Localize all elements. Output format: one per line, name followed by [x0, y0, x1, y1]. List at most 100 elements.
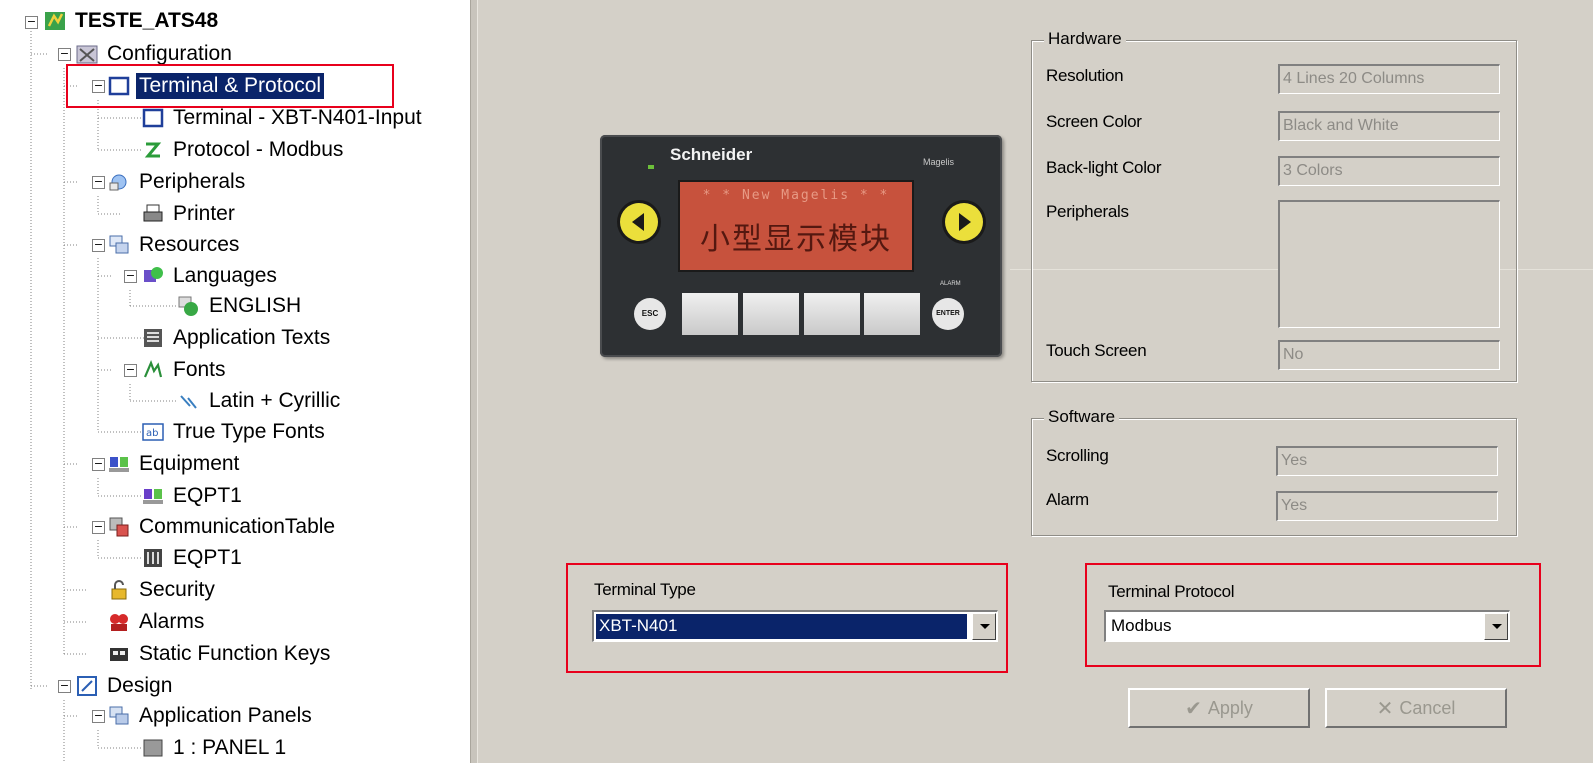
resolution-label: Resolution	[1046, 66, 1124, 85]
terminal-protocol-icon	[108, 75, 130, 97]
application-panels-icon	[108, 705, 130, 727]
tree-node-panel-1[interactable]: 1 : PANEL 1	[142, 734, 289, 762]
terminal-protocol-dropdown-icon[interactable]	[1484, 613, 1508, 640]
device-screen: * * New Magelis * * 小型显示模块	[678, 180, 914, 272]
resolution-field: 4 Lines 20 Columns	[1278, 64, 1500, 94]
terminal-icon	[142, 107, 164, 129]
static-function-keys-icon	[108, 643, 130, 665]
hardware-title: Hardware	[1044, 29, 1126, 49]
tree-node-application-texts[interactable]: Application Texts	[142, 324, 333, 352]
software-title: Software	[1044, 407, 1120, 427]
tree-node-english[interactable]: ENGLISH	[178, 292, 304, 320]
device-model: Magelis	[922, 157, 954, 167]
splitter[interactable]	[470, 0, 478, 763]
tree-node-comm-eqpt1[interactable]: EQPT1	[142, 544, 245, 572]
apply-button[interactable]: ✔ Apply	[1128, 688, 1310, 728]
languages-icon	[142, 265, 164, 287]
toggle-communication-table[interactable]: −	[92, 521, 105, 534]
true-type-fonts-icon: ab	[142, 421, 164, 443]
language-icon	[178, 295, 200, 317]
terminal-type-label: Terminal Type	[594, 580, 696, 599]
toggle-configuration[interactable]: −	[58, 48, 71, 61]
device-enter-key: ENTER	[932, 298, 964, 330]
tree-node-peripherals[interactable]: Peripherals	[108, 168, 248, 196]
device-alarm-label: ALARM	[940, 281, 961, 287]
device-left-arrow-icon	[620, 203, 658, 241]
toggle-languages[interactable]: −	[124, 270, 137, 283]
device-esc-key: ESC	[634, 298, 666, 330]
screen-color-field: Black and White	[1278, 111, 1500, 141]
terminal-type-value: XBT-N401	[596, 614, 967, 639]
device-function-key-1	[682, 293, 738, 335]
tree-node-security[interactable]: Security	[108, 576, 218, 604]
resources-icon	[108, 234, 130, 256]
device-function-key-3	[804, 293, 860, 335]
tree-node-static-function-keys[interactable]: Static Function Keys	[108, 640, 333, 668]
peripherals-label: Peripherals	[1046, 202, 1129, 221]
configuration-icon	[76, 43, 98, 65]
tree-node-terminal[interactable]: Terminal - XBT-N401-Input	[142, 104, 425, 132]
tree-node-fonts[interactable]: Fonts	[142, 356, 229, 384]
tree-node-design[interactable]: Design	[76, 672, 175, 700]
tree-node-protocol[interactable]: Protocol - Modbus	[142, 136, 346, 164]
tree-node-configuration[interactable]: Configuration	[76, 40, 235, 68]
terminal-protocol-value: Modbus	[1111, 616, 1172, 635]
device-brand: Schneider	[670, 145, 753, 164]
terminal-type-dropdown-icon[interactable]	[972, 613, 996, 640]
toggle-design[interactable]: −	[58, 680, 71, 693]
toggle-terminal-protocol[interactable]: −	[92, 80, 105, 93]
tree-node-eqpt1[interactable]: EQPT1	[142, 482, 245, 510]
peripherals-icon	[108, 171, 130, 193]
terminal-protocol-label: Terminal Protocol	[1108, 582, 1235, 601]
cancel-button[interactable]: ✕ Cancel	[1325, 688, 1507, 728]
communication-table-icon	[108, 516, 130, 538]
apply-button-label: Apply	[1207, 697, 1253, 718]
equipment-item-icon	[142, 485, 164, 507]
tree-node-terminal-protocol[interactable]: Terminal & Protocol	[108, 72, 325, 100]
protocol-icon	[142, 139, 164, 161]
touch-screen-label: Touch Screen	[1046, 341, 1147, 360]
security-icon	[108, 579, 130, 601]
cancel-icon: ✕	[1376, 697, 1394, 720]
device-function-key-4	[864, 293, 920, 335]
project-tree: − − − − − − − − − − − TESTE_ATS48 Config…	[0, 0, 470, 763]
svg-text:ab: ab	[146, 428, 158, 439]
terminal-preview-image: Schneider Magelis * * New Magelis * * 小型…	[600, 135, 1002, 357]
tree-node-resources[interactable]: Resources	[108, 231, 242, 259]
tree-node-equipment[interactable]: Equipment	[108, 450, 242, 478]
terminal-type-select[interactable]: XBT-N401	[592, 610, 998, 642]
tree-node-communication-table[interactable]: CommunicationTable	[108, 513, 338, 541]
terminal-protocol-select[interactable]: Modbus	[1104, 610, 1510, 642]
tree-node-alarms[interactable]: Alarms	[108, 608, 207, 636]
apply-icon: ✔	[1185, 697, 1202, 720]
tree-node-true-type-fonts[interactable]: ab True Type Fonts	[142, 418, 328, 446]
device-right-arrow-icon	[945, 203, 983, 241]
cancel-button-label: Cancel	[1399, 697, 1456, 718]
toggle-peripherals[interactable]: −	[92, 176, 105, 189]
toggle-fonts[interactable]: −	[124, 364, 137, 377]
device-function-key-2	[743, 293, 799, 335]
toggle-resources[interactable]: −	[92, 239, 105, 252]
alarm-label: Alarm	[1046, 490, 1089, 509]
equipment-icon	[108, 453, 130, 475]
fonts-icon	[142, 359, 164, 381]
tree-node-application-panels[interactable]: Application Panels	[108, 702, 315, 730]
tree-node-languages[interactable]: Languages	[142, 262, 280, 290]
toggle-equipment[interactable]: −	[92, 458, 105, 471]
screen-color-label: Screen Color	[1046, 112, 1142, 131]
panel-icon	[142, 737, 164, 759]
tree-node-latin-cyrillic[interactable]: Latin + Cyrillic	[178, 387, 343, 415]
tree-node-printer[interactable]: Printer	[142, 200, 238, 228]
communication-table-item-icon	[142, 547, 164, 569]
peripherals-field	[1278, 200, 1500, 328]
toggle-root[interactable]: −	[25, 16, 38, 29]
device-screen-line1: * * New Magelis * *	[702, 188, 890, 203]
project-icon	[44, 10, 66, 32]
font-icon	[178, 390, 200, 412]
backlight-color-label: Back-light Color	[1046, 158, 1162, 177]
device-screen-line2: 小型显示模块	[700, 222, 892, 257]
alarms-icon	[108, 611, 130, 633]
scrolling-field: Yes	[1276, 446, 1498, 476]
toggle-application-panels[interactable]: −	[92, 710, 105, 723]
tree-node-root[interactable]: TESTE_ATS48	[44, 7, 221, 35]
